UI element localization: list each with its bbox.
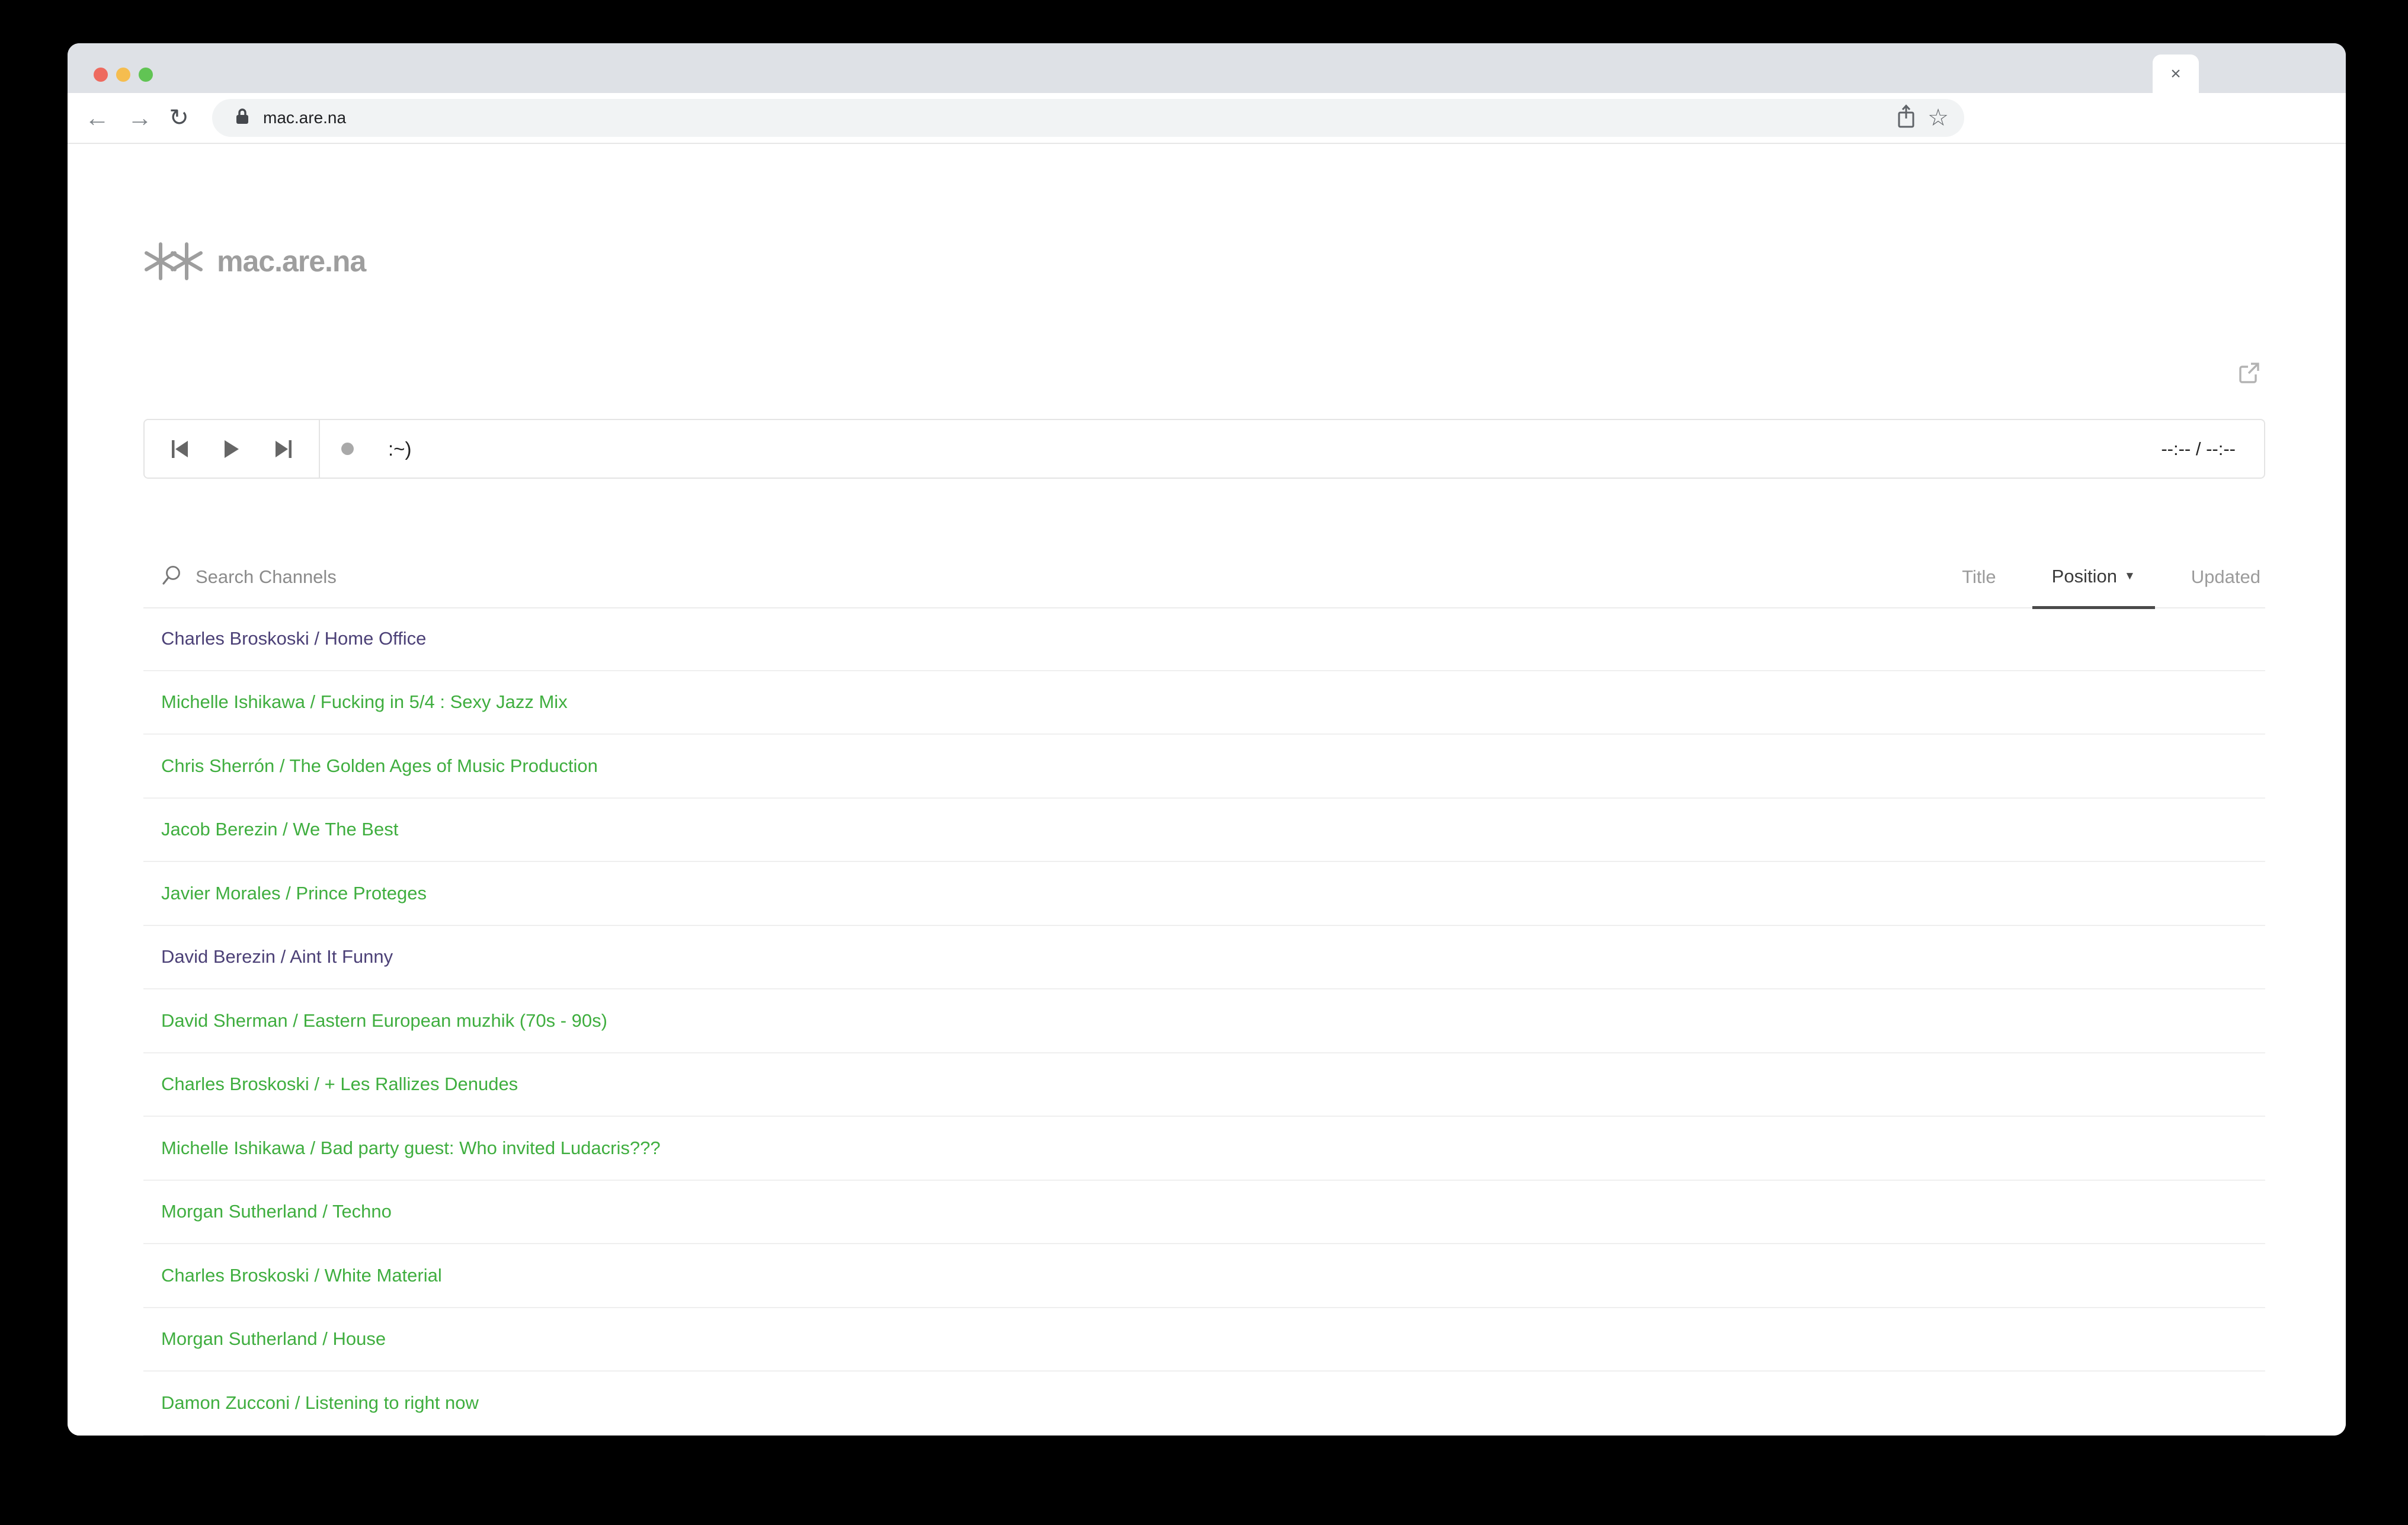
sort-tabs: Title Position ▼ Updated [1942, 547, 2265, 607]
channel-list-item[interactable]: Jacob Berezin / We The Best [143, 799, 2265, 863]
transport-controls [145, 420, 320, 478]
search-icon [161, 565, 182, 590]
channel-link[interactable]: Charles Broskoski / Home Office [161, 628, 426, 649]
browser-tab[interactable]: × [2153, 55, 2199, 93]
channel-link[interactable]: Damon Zucconi / Listening to right now [161, 1392, 479, 1414]
minimize-window-button[interactable] [116, 68, 130, 82]
channel-link[interactable]: Morgan Sutherland / House [161, 1328, 386, 1350]
channel-link[interactable]: Jacob Berezin / We The Best [161, 819, 398, 840]
channel-list-item[interactable]: Charles Broskoski / Home Office [143, 607, 2265, 671]
previous-track-icon[interactable] [164, 428, 196, 470]
zoom-window-button[interactable] [139, 68, 153, 82]
sort-tab-position[interactable]: Position ▼ [2032, 547, 2155, 609]
audio-player: :~) --:-- / --:-- [143, 419, 2265, 479]
channel-list-item[interactable]: Javier Morales / Prince Proteges [143, 862, 2265, 926]
page-title: mac.are.na [217, 244, 366, 278]
next-track-icon[interactable] [267, 428, 299, 470]
sort-tab-updated[interactable]: Updated [2172, 547, 2265, 607]
channel-list-item[interactable]: Charles Broskoski / White Material [143, 1244, 2265, 1308]
channel-link[interactable]: Morgan Sutherland / Techno [161, 1201, 392, 1222]
bookmark-star-icon[interactable]: ☆ [1927, 106, 1949, 130]
lock-icon[interactable] [235, 107, 250, 129]
chevron-down-icon: ▼ [2124, 570, 2135, 583]
tab-strip: × [68, 43, 2346, 93]
channel-link[interactable]: David Berezin / Aint It Funny [161, 946, 393, 967]
now-playing-text: :~) [388, 438, 411, 460]
reload-icon[interactable]: ↻ [166, 106, 192, 130]
share-icon[interactable] [1897, 104, 1916, 132]
channel-link[interactable]: Charles Broskoski / White Material [161, 1265, 442, 1286]
address-bar[interactable]: mac.are.na ☆ [212, 99, 1964, 137]
channel-link[interactable]: David Sherman / Eastern European muzhik … [161, 1010, 607, 1031]
search-sort-row: Title Position ▼ Updated [143, 547, 2265, 608]
status-dot-icon [341, 443, 354, 455]
channel-list-item[interactable]: Morgan Sutherland / Techno [143, 1181, 2265, 1245]
channel-list-item[interactable]: Charles Broskoski / + Les Rallizes Denud… [143, 1053, 2265, 1117]
channel-link[interactable]: Chris Sherrón / The Golden Ages of Music… [161, 755, 598, 777]
play-icon[interactable] [216, 428, 248, 470]
close-window-button[interactable] [94, 68, 108, 82]
back-icon[interactable]: ← [84, 105, 110, 130]
channel-link[interactable]: Michelle Ishikawa / Fucking in 5/4 : Sex… [161, 691, 568, 713]
browser-window: × ← → ↻ mac.are.na ☆ [68, 43, 2346, 1436]
page-content: mac.are.na [68, 144, 2346, 1436]
player-status: :~) --:-- / --:-- [320, 420, 2264, 478]
arena-stars-icon [143, 242, 204, 281]
channel-list-item[interactable]: Michelle Ishikawa / Fucking in 5/4 : Sex… [143, 671, 2265, 735]
browser-toolbar: ← → ↻ mac.are.na ☆ [68, 93, 2346, 144]
channel-link[interactable]: Charles Broskoski / + Les Rallizes Denud… [161, 1074, 518, 1095]
search-input[interactable] [194, 566, 611, 588]
channel-list-item[interactable]: Morgan Sutherland / House [143, 1308, 2265, 1372]
channel-list: Charles Broskoski / Home Office Michelle … [143, 607, 2265, 1436]
channel-list-item[interactable]: Michelle Ishikawa / Bad party guest: Who… [143, 1117, 2265, 1181]
channel-list-item[interactable]: David Berezin / Aint It Funny [143, 926, 2265, 990]
channel-list-item[interactable]: Damon Zucconi / Listening to right now [143, 1372, 2265, 1436]
channel-link[interactable]: Javier Morales / Prince Proteges [161, 883, 427, 904]
site-logo[interactable]: mac.are.na [143, 235, 366, 288]
forward-icon[interactable]: → [127, 105, 153, 130]
external-link-icon[interactable] [2238, 361, 2260, 384]
tab-close-icon[interactable]: × [2170, 65, 2181, 83]
sort-tab-title[interactable]: Title [1942, 547, 2015, 607]
channel-list-item[interactable]: Chris Sherrón / The Golden Ages of Music… [143, 735, 2265, 799]
channel-link[interactable]: Michelle Ishikawa / Bad party guest: Who… [161, 1138, 661, 1159]
time-display: --:-- / --:-- [2161, 438, 2264, 460]
channel-list-item[interactable]: David Sherman / Eastern European muzhik … [143, 989, 2265, 1053]
url-text[interactable]: mac.are.na [263, 108, 346, 127]
traffic-lights [94, 68, 153, 82]
